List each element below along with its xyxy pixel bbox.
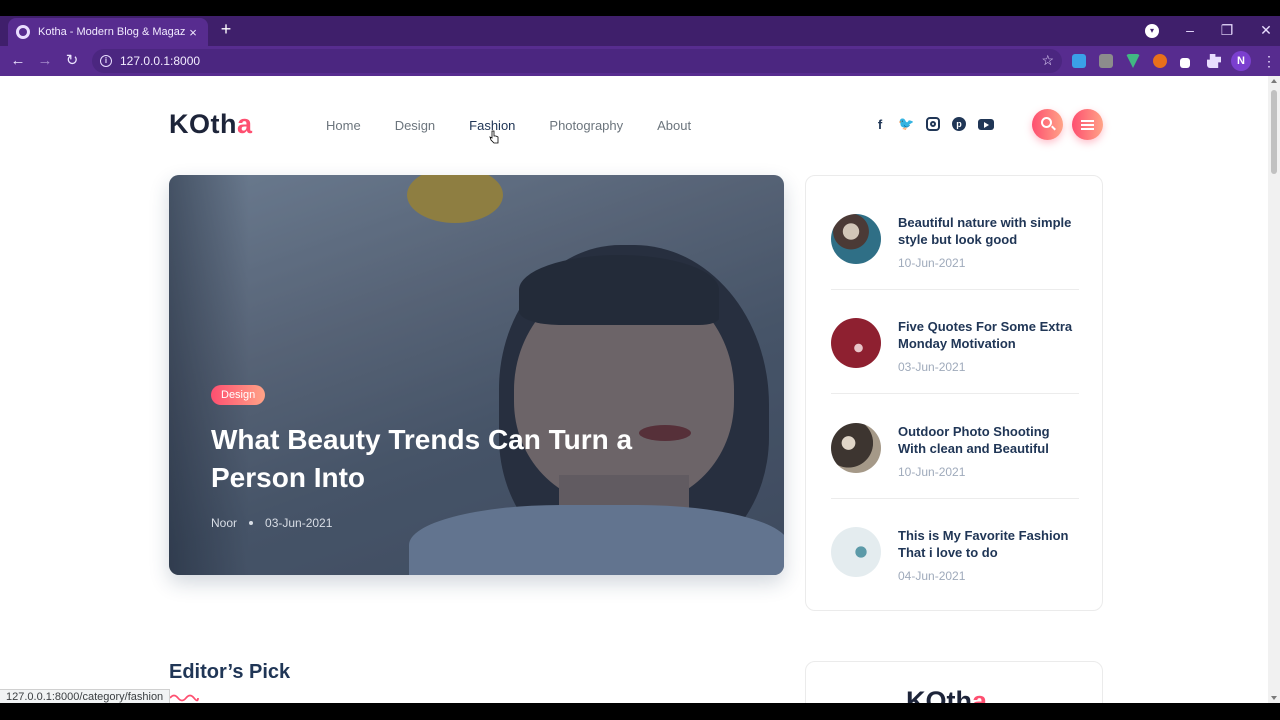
youtube-icon[interactable] [978, 118, 994, 130]
back-arrow-icon[interactable]: ← [9, 52, 27, 70]
extension-download-icon[interactable] [1072, 54, 1086, 68]
post-title[interactable]: Beautiful nature with simple style but l… [898, 214, 1078, 248]
wave-underline-icon [169, 694, 199, 702]
post-date: 10-Jun-2021 [898, 256, 966, 270]
twitter-icon[interactable]: 🐦 [898, 116, 914, 132]
post-author[interactable]: Noor [211, 516, 237, 530]
search-icon-handle [1051, 125, 1056, 131]
extensions-puzzle-icon[interactable] [1207, 54, 1221, 68]
nav-about[interactable]: About [657, 118, 691, 133]
list-item[interactable]: This is My Favorite Fashion That i love … [831, 527, 1079, 607]
main-nav: Home Design Fashion Photography About [326, 118, 725, 133]
instagram-icon[interactable] [926, 117, 940, 131]
tab-close-button[interactable]: × [186, 25, 200, 40]
list-item[interactable]: Beautiful nature with simple style but l… [831, 214, 1079, 294]
about-widget-card: KOtha [805, 661, 1103, 703]
divider [831, 393, 1079, 394]
post-thumbnail[interactable] [831, 423, 881, 473]
extension-fox-icon[interactable] [1153, 54, 1167, 68]
browser-tab[interactable]: Kotha - Modern Blog & Magazine × [8, 18, 208, 46]
editors-pick-heading: Editor’s Pick [169, 661, 291, 683]
post-title[interactable]: Five Quotes For Some Extra Monday Motiva… [898, 318, 1078, 352]
widget-logo-main: KOth [906, 686, 972, 703]
nav-photography[interactable]: Photography [549, 118, 623, 133]
post-date: 03-Jun-2021 [265, 516, 333, 530]
more-menu-icon[interactable]: ⋮ [1262, 53, 1276, 70]
post-title[interactable]: Outdoor Photo Shooting With clean and Be… [898, 423, 1078, 457]
scroll-down-icon[interactable] [1271, 696, 1277, 700]
featured-post-title[interactable]: What Beauty Trends Can Turn a Person Int… [211, 421, 681, 497]
hamburger-icon [1081, 120, 1094, 122]
post-thumbnail[interactable] [831, 318, 881, 368]
tab-strip: Kotha - Modern Blog & Magazine × [0, 16, 1280, 46]
extension-mail-icon[interactable] [1099, 54, 1113, 68]
forward-arrow-icon[interactable]: → [36, 52, 54, 70]
divider [831, 289, 1079, 290]
page-viewport: KOtha Home Design Fashion Photography Ab… [0, 76, 1280, 703]
address-bar[interactable]: i 127.0.0.1:8000 ☆ [92, 49, 1062, 73]
facebook-icon[interactable]: f [874, 117, 886, 132]
post-date: 04-Jun-2021 [898, 569, 966, 583]
bookmark-star-icon[interactable]: ☆ [1041, 52, 1054, 69]
pinterest-icon[interactable]: p [952, 117, 966, 131]
profile-avatar[interactable]: N [1231, 51, 1251, 71]
social-links: f 🐦 p [874, 116, 1006, 132]
featured-post-meta: Noor 03-Jun-2021 [211, 516, 332, 530]
divider [831, 498, 1079, 499]
screen-top-bar [0, 0, 1280, 16]
tab-title: Kotha - Modern Blog & Magazine [38, 26, 186, 38]
featured-post[interactable]: Design What Beauty Trends Can Turn a Per… [169, 175, 784, 575]
widget-logo: KOtha [906, 686, 987, 703]
hamburger-icon-line [1081, 128, 1094, 130]
post-thumbnail[interactable] [831, 214, 881, 264]
info-icon[interactable]: i [100, 55, 112, 67]
screen-bottom-bar [0, 703, 1280, 720]
popular-posts-card: Beautiful nature with simple style but l… [805, 175, 1103, 611]
hamburger-icon-line [1081, 124, 1094, 126]
scrollbar-thumb[interactable] [1271, 90, 1277, 174]
hand-cursor-icon [489, 130, 499, 144]
browser-toolbar: ← → ↻ i 127.0.0.1:8000 ☆ [0, 46, 1280, 76]
address-url: 127.0.0.1:8000 [120, 54, 201, 68]
list-item[interactable]: Five Quotes For Some Extra Monday Motiva… [831, 318, 1079, 398]
category-badge[interactable]: Design [211, 385, 266, 405]
logo-main-text: KOth [169, 109, 237, 139]
chevron-down-icon[interactable]: ▾ [1145, 24, 1159, 38]
restore-button[interactable]: ❐ [1217, 20, 1237, 40]
widget-logo-accent: a [971, 686, 988, 703]
nav-design[interactable]: Design [395, 118, 435, 133]
extension-vue-icon[interactable] [1126, 54, 1140, 68]
post-date: 10-Jun-2021 [898, 465, 966, 479]
new-tab-button[interactable]: + [217, 20, 235, 38]
list-item[interactable]: Outdoor Photo Shooting With clean and Be… [831, 423, 1079, 503]
post-date: 03-Jun-2021 [898, 360, 966, 374]
meta-separator [249, 521, 254, 525]
menu-button[interactable] [1072, 109, 1103, 140]
hero-overlay [169, 175, 784, 575]
globe-icon [16, 25, 30, 39]
nav-home[interactable]: Home [326, 118, 361, 133]
close-window-button[interactable]: ✕ [1256, 20, 1276, 40]
minimize-button[interactable]: – [1180, 20, 1200, 40]
scroll-up-icon[interactable] [1271, 79, 1277, 83]
post-title[interactable]: This is My Favorite Fashion That i love … [898, 527, 1078, 561]
extension-pen-icon[interactable] [1180, 58, 1190, 68]
site-logo[interactable]: KOtha [169, 109, 253, 140]
logo-accent-letter: a [236, 109, 253, 139]
post-thumbnail[interactable] [831, 527, 881, 577]
page-scrollbar[interactable] [1268, 76, 1280, 703]
search-button[interactable] [1032, 109, 1063, 140]
reload-icon[interactable]: ↻ [63, 52, 81, 70]
